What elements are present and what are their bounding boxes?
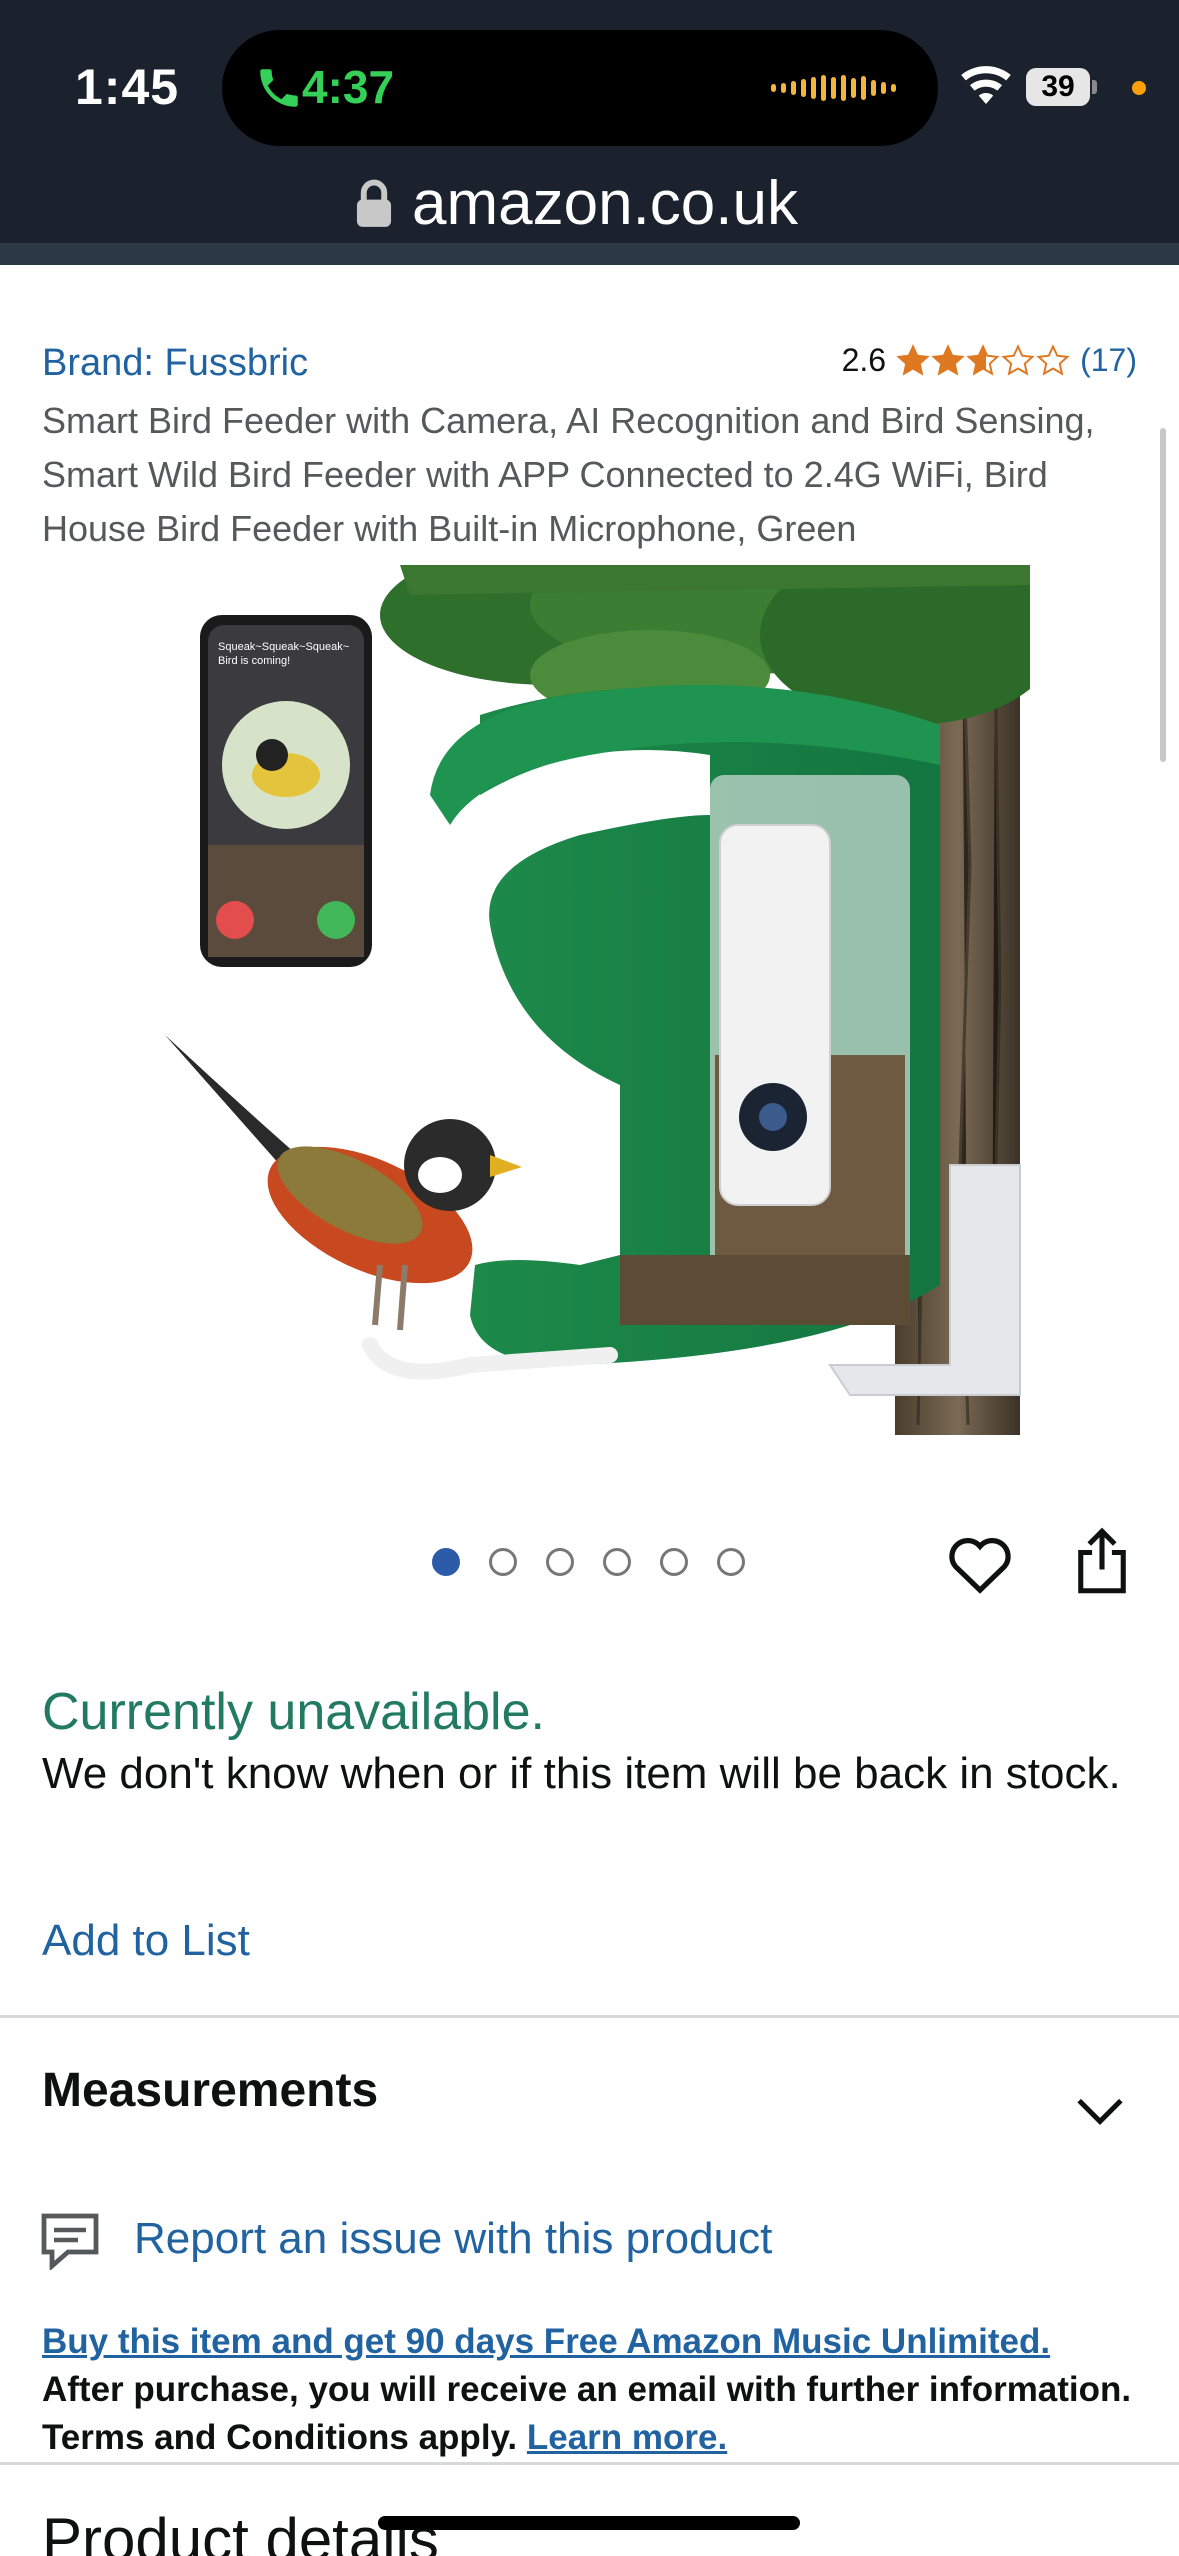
- measurements-heading[interactable]: Measurements: [42, 2063, 378, 2118]
- star-icon: [896, 343, 930, 376]
- product-image[interactable]: Squeak~Squeak~Squeak~ Bird is coming!: [150, 565, 1030, 1435]
- image-pagination[interactable]: [432, 1548, 745, 1576]
- wifi-icon: [961, 66, 1011, 104]
- report-issue-link[interactable]: Report an issue with this product: [134, 2214, 772, 2264]
- phone-mockup: Squeak~Squeak~Squeak~ Bird is coming!: [200, 615, 372, 967]
- star-rating: [896, 343, 1070, 378]
- bird-illustration: [165, 1035, 522, 1331]
- rating-value: 2.6: [841, 342, 887, 378]
- dynamic-island-call[interactable]: 4:37: [222, 30, 938, 146]
- url-bar[interactable]: amazon.co.uk: [412, 168, 798, 239]
- phone-caption-line1: Squeak~Squeak~Squeak~: [218, 641, 349, 653]
- pagination-dot[interactable]: [489, 1548, 517, 1576]
- music-promo-link[interactable]: Buy this item and get 90 days Free Amazo…: [42, 2318, 1152, 2366]
- battery-indicator: 39: [1026, 68, 1090, 106]
- browser-top-bar: 1:45 4:37 39 amazon.co.uk: [0, 0, 1179, 265]
- scrollbar[interactable]: [1160, 428, 1166, 762]
- pagination-dot[interactable]: [432, 1548, 460, 1576]
- product-title: Smart Bird Feeder with Camera, AI Recogn…: [42, 400, 1095, 549]
- star-icon: [966, 343, 1000, 376]
- section-divider: [0, 2015, 1179, 2018]
- star-icon: [1001, 343, 1035, 376]
- phone-caption-line2: Bird is coming!: [218, 655, 290, 667]
- phone-call-icon: [260, 69, 298, 107]
- learn-more-link[interactable]: Learn more.: [527, 2418, 727, 2457]
- battery-tip: [1092, 80, 1097, 94]
- add-to-list-link[interactable]: Add to List: [42, 1916, 250, 1966]
- stock-message: We don't know when or if this item will …: [42, 1749, 1121, 1798]
- pagination-dot[interactable]: [603, 1548, 631, 1576]
- brand-link[interactable]: Brand: Fussbric: [42, 342, 308, 385]
- home-indicator[interactable]: [378, 2516, 800, 2530]
- pagination-dot[interactable]: [546, 1548, 574, 1576]
- seed-tray: [620, 1255, 910, 1325]
- product-details-heading[interactable]: Product details: [42, 2505, 439, 2556]
- rating-summary[interactable]: 2.6 (17): [842, 342, 1137, 379]
- report-icon: [41, 2213, 99, 2270]
- share-icon[interactable]: [1072, 1527, 1132, 1595]
- pagination-dot[interactable]: [717, 1548, 745, 1576]
- availability-status: Currently unavailable.: [42, 1683, 545, 1741]
- star-icon: [1036, 343, 1070, 376]
- heart-icon[interactable]: [945, 1530, 1015, 1596]
- audio-wave-icon: [771, 74, 896, 102]
- lock-icon: [356, 179, 392, 227]
- privacy-indicator-dot: [1132, 81, 1146, 95]
- rating-count[interactable]: (17): [1080, 342, 1137, 379]
- call-duration: 4:37: [302, 61, 395, 113]
- section-divider: [0, 2462, 1179, 2465]
- music-promo: Buy this item and get 90 days Free Amazo…: [42, 2318, 1152, 2462]
- status-time: 1:45: [75, 59, 180, 115]
- chevron-down-icon[interactable]: [1075, 2095, 1125, 2127]
- star-icon: [931, 343, 965, 376]
- pagination-dot[interactable]: [660, 1548, 688, 1576]
- header-strip: [0, 243, 1179, 265]
